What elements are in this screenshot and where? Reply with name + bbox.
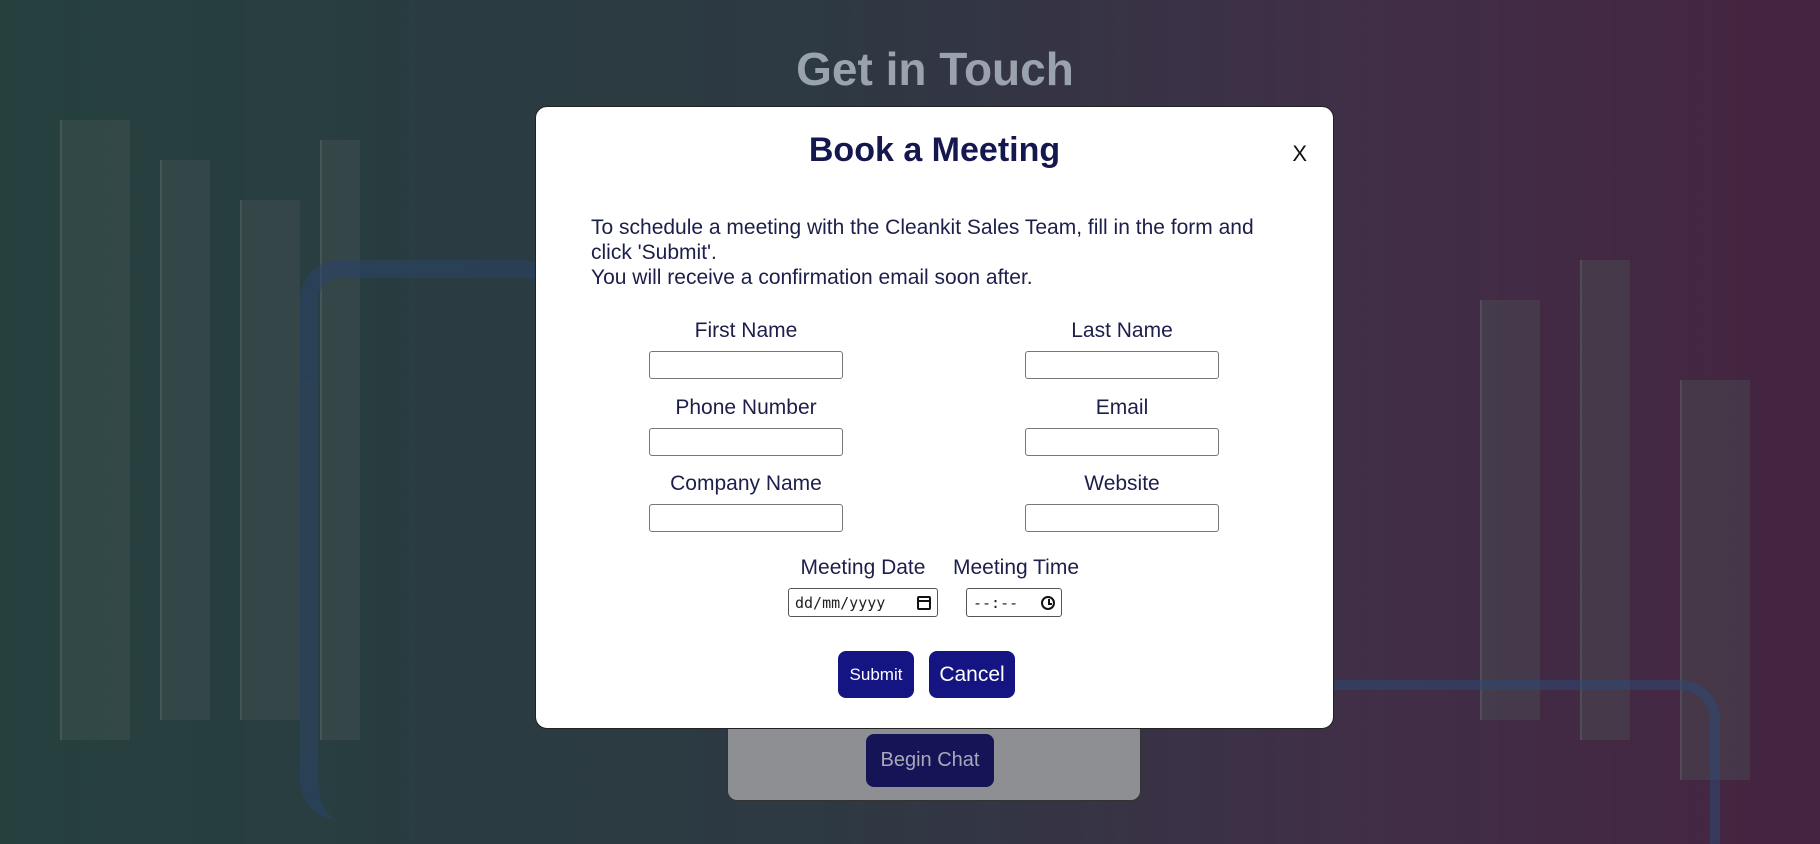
company-label: Company Name [670,472,822,495]
meeting-date-label: Meeting Date [800,556,926,579]
email-input[interactable] [1025,428,1219,456]
meeting-time-group: Meeting Time --:-- [951,556,1081,617]
first-name-group: First Name [649,319,843,379]
company-group: Company Name [649,472,843,532]
website-group: Website [1025,472,1219,532]
last-name-group: Last Name [1025,319,1219,379]
meeting-date-group: Meeting Date dd/mm/yyyy [788,556,938,617]
cancel-button[interactable]: Cancel [929,651,1015,698]
page-title: Get in Touch [796,43,1074,95]
company-input[interactable] [649,504,843,532]
intro-text-confirmation: You will receive a confirmation email so… [591,266,1033,289]
meeting-time-label: Meeting Time [952,556,1080,579]
email-label: Email [1095,396,1149,419]
date-placeholder: dd/mm/yyyy [795,593,886,612]
time-placeholder: --:-- [973,593,1019,612]
website-label: Website [1084,472,1160,495]
email-group: Email [1025,396,1219,456]
website-input[interactable] [1025,504,1219,532]
meeting-time-input[interactable]: --:-- [966,588,1062,617]
calendar-icon[interactable] [917,595,931,610]
first-name-label: First Name [694,319,798,342]
last-name-label: Last Name [1071,319,1173,342]
phone-group: Phone Number [649,396,843,456]
meeting-date-input[interactable]: dd/mm/yyyy [788,588,938,617]
submit-button[interactable]: Submit [838,651,914,698]
first-name-input[interactable] [649,351,843,379]
modal-title: Book a Meeting [808,131,1061,169]
phone-label: Phone Number [675,396,817,419]
begin-chat-button[interactable]: Begin Chat [866,734,994,787]
close-button[interactable]: X [1292,141,1307,167]
intro-text: To schedule a meeting with the Cleankit … [591,216,1254,264]
book-meeting-modal: Book a Meeting X To schedule a meeting w… [535,106,1334,729]
last-name-input[interactable] [1025,351,1219,379]
modal-intro: To schedule a meeting with the Cleankit … [591,215,1291,290]
clock-icon[interactable] [1041,595,1055,610]
phone-input[interactable] [649,428,843,456]
